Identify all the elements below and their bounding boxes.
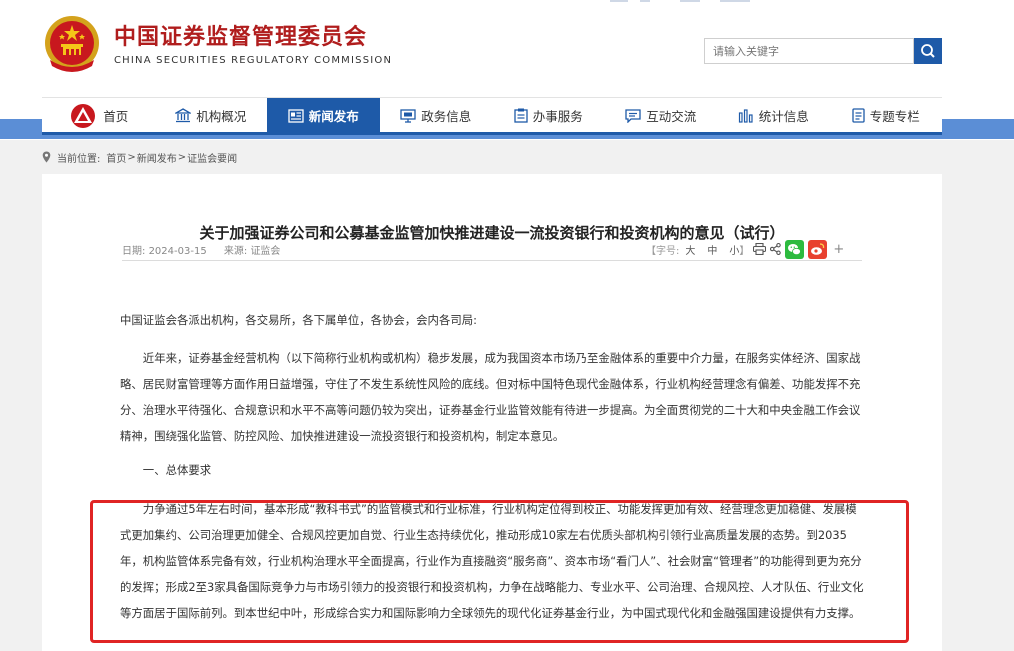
nav-item-about[interactable]: 机构概况: [155, 98, 268, 133]
breadcrumb-csrc-news[interactable]: 证监会要闻: [187, 150, 237, 165]
nav-label-statistics: 统计信息: [758, 109, 809, 124]
font-size-label: 【字号:: [646, 245, 680, 257]
font-size-end: 】: [739, 245, 750, 257]
bar-chart-icon: [738, 108, 754, 123]
building-icon: [175, 108, 192, 123]
search-icon: [921, 44, 935, 58]
article-date: 2024-03-15: [148, 246, 207, 257]
chat-icon: [625, 108, 641, 123]
date-label: 日期:: [122, 246, 146, 257]
nav-label-home: 首页: [103, 109, 129, 124]
article-paragraph: 近年来，证券基金经营机构（以下简称行业机构或机构）稳步发展，成为我国资本市场乃至…: [120, 351, 861, 443]
wechat-icon[interactable]: [785, 239, 805, 259]
header-decoration: [610, 0, 750, 2]
nav-item-interaction[interactable]: 互动交流: [605, 98, 718, 133]
nav-item-home[interactable]: 首页: [42, 98, 155, 133]
more-share-icon[interactable]: +: [833, 242, 844, 257]
nav-label-gov-info: 政务信息: [421, 109, 472, 124]
monitor-icon: [400, 108, 416, 123]
nav-item-services[interactable]: 办事服务: [492, 98, 605, 133]
article-tools: 【字号: 大 中 小 】 +: [646, 239, 844, 259]
weibo-icon[interactable]: [808, 239, 828, 259]
breadcrumb-home[interactable]: 首页: [106, 150, 126, 165]
org-name-cn: 中国证券监督管理委员会: [114, 25, 368, 50]
nav-label-topics: 专题专栏: [869, 109, 920, 124]
nav-item-gov-info[interactable]: 政务信息: [380, 98, 493, 133]
breadcrumb-news[interactable]: 新闻发布: [137, 150, 177, 165]
article-panel: 关于加强证券公司和公募基金监管加快推进建设一流投资银行和投资机构的意见（试行） …: [42, 174, 942, 651]
breadcrumb-prefix: 当前位置:: [57, 153, 101, 165]
breadcrumb-separator: >: [177, 151, 187, 163]
source-label: 来源:: [223, 246, 248, 257]
breadcrumb-separator: >: [127, 151, 136, 163]
search-button[interactable]: [914, 38, 942, 64]
news-icon: [288, 108, 304, 123]
font-size-medium[interactable]: 中: [707, 242, 717, 257]
nav-item-statistics[interactable]: 统计信息: [717, 98, 830, 133]
nav-label-about: 机构概况: [196, 109, 247, 124]
title-divider: [122, 260, 862, 261]
font-size-large[interactable]: 大: [685, 242, 695, 257]
national-emblem-icon: [45, 16, 99, 72]
nav-item-news[interactable]: 新闻发布: [267, 98, 380, 133]
search-input[interactable]: [704, 38, 914, 64]
location-pin-icon: [42, 151, 51, 163]
nav-label-interaction: 互动交流: [646, 109, 697, 124]
breadcrumb: 当前位置: 首页 > 新闻发布 > 证监会要闻: [42, 150, 237, 165]
main-nav: 首页 机构概况 新闻发布 政务信息 办事服务 互动交流 统计信息 专题专栏: [42, 97, 942, 135]
print-icon[interactable]: [753, 243, 767, 255]
article-salutation: 中国证监会各派出机构，各交易所，各下属单位，各协会，会内各司局:: [120, 313, 477, 327]
share-icon[interactable]: [770, 243, 782, 255]
article-section-heading: 一、总体要求: [142, 463, 212, 477]
document-icon: [852, 108, 865, 123]
clipboard-icon: [514, 108, 528, 123]
csrc-logo-icon: [68, 103, 98, 129]
article-source: 证监会: [250, 246, 281, 257]
nav-label-services: 办事服务: [532, 109, 583, 124]
article-meta: 日期: 2024-03-15 来源: 证监会: [122, 242, 280, 257]
org-name-en: CHINA SECURITIES REGULATORY COMMISSION: [114, 55, 393, 66]
nav-label-news: 新闻发布: [308, 109, 359, 124]
nav-item-topics[interactable]: 专题专栏: [830, 98, 943, 133]
highlight-box: [90, 500, 909, 643]
font-size-small[interactable]: 小: [729, 242, 739, 257]
